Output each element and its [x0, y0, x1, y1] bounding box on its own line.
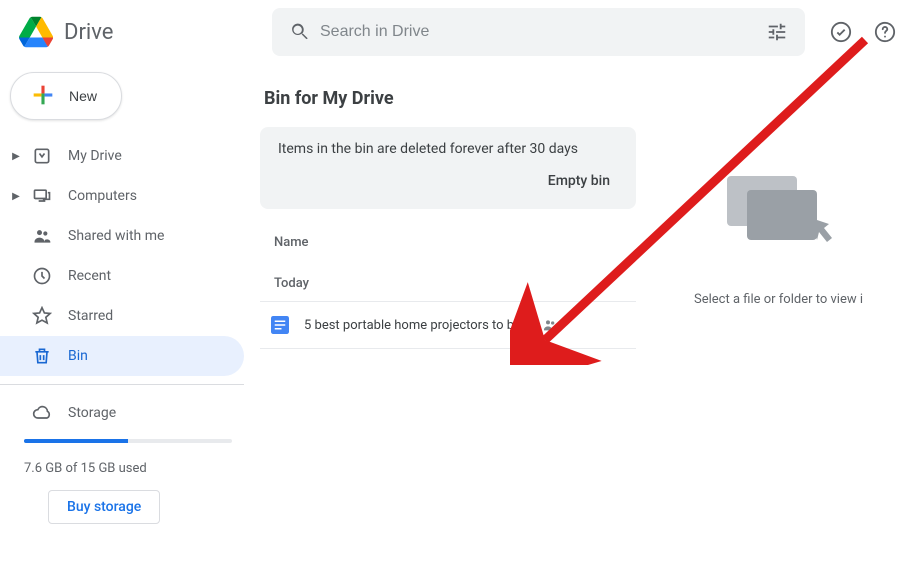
app-name: Drive [64, 20, 113, 45]
search-bar[interactable] [272, 8, 805, 56]
shared-icon [30, 224, 54, 248]
banner-text: Items in the bin are deleted forever aft… [278, 141, 618, 157]
ready-offline-icon[interactable] [821, 12, 861, 52]
new-button-label: New [69, 88, 97, 104]
page-title: Bin for My Drive [260, 88, 636, 109]
sidebar: New ▶ My Drive ▶ Computers Shared with m… [0, 64, 256, 568]
sidebar-item-label: My Drive [68, 148, 122, 164]
sidebar-item-bin[interactable]: Bin [0, 336, 244, 376]
storage-text: 7.6 GB of 15 GB used [24, 461, 232, 476]
logo-area[interactable]: Drive [16, 12, 272, 52]
sidebar-item-label: Computers [68, 188, 137, 204]
google-doc-icon [270, 315, 290, 335]
divider [0, 384, 244, 385]
my-drive-icon [30, 144, 54, 168]
file-row[interactable]: 5 best portable home projectors to buy [260, 301, 636, 349]
bin-info-banner: Items in the bin are deleted forever aft… [260, 127, 636, 209]
sidebar-item-recent[interactable]: Recent [0, 256, 244, 296]
chevron-right-icon: ▶ [8, 148, 24, 164]
sidebar-item-starred[interactable]: Starred [0, 296, 244, 336]
help-icon[interactable] [865, 12, 905, 52]
recent-icon [30, 264, 54, 288]
column-header-name[interactable]: Name [260, 209, 636, 266]
sidebar-item-label: Storage [68, 405, 116, 421]
storage-bar [24, 439, 232, 443]
new-button[interactable]: New [10, 72, 122, 120]
search-icon [280, 12, 320, 52]
cloud-icon [30, 401, 54, 425]
plus-icon [29, 81, 57, 112]
sidebar-item-my-drive[interactable]: ▶ My Drive [0, 136, 244, 176]
detail-prompt: Select a file or folder to view i [694, 292, 863, 307]
tune-icon[interactable] [757, 12, 797, 52]
sidebar-item-shared[interactable]: Shared with me [0, 216, 244, 256]
sidebar-item-label: Bin [68, 348, 88, 364]
sidebar-item-label: Recent [68, 268, 111, 284]
sidebar-item-label: Shared with me [68, 228, 164, 244]
file-name: 5 best portable home projectors to buy [304, 318, 527, 333]
computers-icon [30, 184, 54, 208]
detail-pane: Select a file or folder to view i [636, 88, 921, 568]
starred-icon [30, 304, 54, 328]
empty-bin-button[interactable]: Empty bin [540, 167, 618, 195]
group-label-today: Today [260, 266, 636, 301]
search-input[interactable] [320, 23, 757, 41]
sidebar-item-label: Starred [68, 308, 113, 324]
shared-badge-icon [541, 316, 559, 334]
sidebar-item-computers[interactable]: ▶ Computers [0, 176, 244, 216]
sidebar-item-storage[interactable]: Storage [0, 393, 244, 433]
buy-storage-button[interactable]: Buy storage [48, 490, 160, 524]
bin-icon [30, 344, 54, 368]
drive-logo-icon [16, 12, 56, 52]
chevron-right-icon: ▶ [8, 188, 24, 204]
detail-placeholder-icon [719, 168, 839, 262]
